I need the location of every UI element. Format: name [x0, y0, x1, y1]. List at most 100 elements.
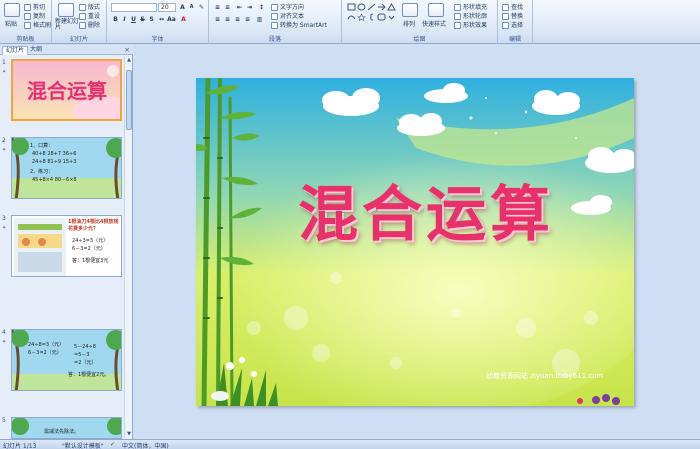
rounded-rect-shape-icon[interactable]: [377, 13, 386, 21]
spellcheck-icon[interactable]: ✓: [110, 441, 115, 448]
slides-panel: 幻灯片 大纲 × 1 ✦ 混合运算 2 ✦ 1、口算： 40+8 28+7 36…: [0, 45, 133, 439]
slide-number: 1: [2, 59, 6, 66]
editing-group: 查找 替换 选择 编辑: [498, 0, 533, 44]
rectangle-shape-icon[interactable]: [347, 3, 356, 11]
clear-format-icon[interactable]: ✎: [197, 3, 206, 12]
decrease-indent-icon[interactable]: ⇤: [235, 3, 244, 12]
layout-icon: [79, 4, 86, 11]
more-shapes-icon[interactable]: [387, 13, 396, 21]
scroll-up-icon[interactable]: ▲: [125, 56, 133, 64]
arrow-shape-icon[interactable]: [377, 3, 386, 11]
delete-slide-button[interactable]: 删除: [79, 20, 100, 29]
quick-styles-icon[interactable]: [428, 3, 444, 17]
thumbnail-line: 1根油刀4根比4根放钱: [68, 219, 119, 225]
theme-name: "默认设计模板": [62, 443, 104, 449]
line-spacing-icon[interactable]: ↕: [257, 3, 266, 12]
smartart-button[interactable]: 转换为 SmartArt: [271, 20, 327, 29]
copy-button[interactable]: 复制: [24, 11, 45, 20]
select-button[interactable]: 选择: [502, 20, 523, 29]
align-center-icon[interactable]: ≡: [223, 15, 232, 24]
change-case-icon[interactable]: Aa: [167, 15, 176, 24]
thumbnail-line: 24÷3=3（元）: [72, 238, 109, 244]
align-left-icon[interactable]: ≡: [213, 15, 222, 24]
drawing-group: 排列 快速样式 形状填充 形状轮廓 形状效果 绘图: [342, 0, 498, 44]
numbering-icon[interactable]: ≡: [223, 3, 232, 12]
paste-icon[interactable]: [4, 3, 20, 17]
animation-star-icon: ✦: [2, 339, 7, 345]
bold-icon[interactable]: B: [111, 15, 120, 24]
shape-fill-button[interactable]: 形状填充: [454, 2, 487, 11]
brace-shape-icon[interactable]: [367, 13, 376, 21]
scroll-down-icon[interactable]: ▼: [125, 430, 133, 438]
columns-icon[interactable]: ▥: [255, 15, 264, 24]
close-icon[interactable]: ×: [124, 46, 130, 54]
slide-thumbnail[interactable]: 24÷8=3（元） 6－3=2（元） 5－24÷8 =5－3 =2（元） 答：1…: [11, 329, 122, 391]
star-shape-icon[interactable]: [357, 13, 366, 21]
tab-slides[interactable]: 幻灯片: [2, 46, 29, 55]
replace-button[interactable]: 替换: [502, 11, 523, 20]
reset-icon: [79, 13, 86, 20]
reset-button[interactable]: 重设: [79, 11, 100, 20]
layout-button[interactable]: 版式: [79, 2, 100, 11]
font-group: 20 A A ✎ B I U S S ↔ Aa A 字体: [107, 0, 209, 44]
find-button[interactable]: 查找: [502, 2, 523, 11]
italic-icon[interactable]: I: [120, 15, 129, 24]
quick-styles-button[interactable]: 快速样式: [422, 19, 446, 28]
slides-label: 幻灯片: [69, 36, 88, 43]
tab-outline[interactable]: 大纲: [27, 46, 45, 55]
slide-thumbnail[interactable]: 混合运算: [11, 59, 122, 121]
brush-icon: [24, 22, 31, 29]
font-name-input[interactable]: [111, 3, 157, 12]
format-painter-button[interactable]: 格式刷: [24, 20, 51, 29]
thumbnail-line: =5－3: [74, 352, 90, 358]
slide-thumbnail[interactable]: 1根油刀4根比4根放钱 花费多少元？ 24÷3=3（元） 6－3=2（元） 答：…: [11, 215, 122, 277]
align-text-button[interactable]: 对齐文本: [271, 11, 304, 20]
language-status[interactable]: 中文(简体，中国): [122, 441, 169, 449]
underline-icon[interactable]: U: [129, 15, 138, 24]
editing-label: 编辑: [508, 36, 521, 43]
shape-effects-button[interactable]: 形状效果: [454, 20, 487, 29]
curve-shape-icon[interactable]: [347, 13, 356, 21]
thumbnail-line: 1、口算：: [30, 143, 54, 149]
thumb-background: [12, 138, 121, 198]
align-right-icon[interactable]: ≡: [233, 15, 242, 24]
thumbnail-line: 40+8 28+7 36÷6: [32, 151, 77, 157]
line-shape-icon[interactable]: [367, 3, 376, 11]
triangle-shape-icon[interactable]: [387, 3, 396, 11]
thumbnail-line: 6－3=2（元）: [72, 246, 106, 252]
strikethrough-icon[interactable]: S: [138, 15, 147, 24]
scrollbar-thumb[interactable]: [126, 70, 132, 130]
grow-font-icon[interactable]: A: [178, 3, 187, 12]
current-slide[interactable]: 混合运算 幼教资源网站 ziyuan.baby611.com: [196, 78, 634, 406]
font-color-icon[interactable]: A: [179, 15, 188, 24]
panel-scrollbar[interactable]: ▲ ▼: [124, 56, 132, 438]
thumbnail-line: 45+8×4 80－6×8: [32, 177, 77, 183]
arrange-icon[interactable]: [402, 3, 418, 17]
text-direction-button[interactable]: 文字方向: [271, 2, 304, 11]
slide-thumbnail[interactable]: 1、口算： 40+8 28+7 36÷6 24÷8 81÷9 15+3 2、练习…: [11, 137, 122, 199]
slide-number: 2: [2, 137, 6, 144]
paste-button[interactable]: 粘贴: [5, 19, 17, 28]
new-slide-icon[interactable]: [58, 3, 74, 17]
char-spacing-icon[interactable]: ↔: [157, 15, 166, 24]
slide-thumbnail[interactable]: 需减法先除法。: [11, 417, 122, 439]
new-slide-button[interactable]: 新建幻灯片: [55, 19, 79, 31]
slide-title[interactable]: 混合运算: [266, 166, 586, 253]
font-size-input[interactable]: 20: [158, 3, 176, 12]
shrink-font-icon[interactable]: A: [187, 3, 196, 12]
animation-star-icon: ✦: [2, 225, 7, 231]
increase-indent-icon[interactable]: ⇥: [245, 3, 254, 12]
justify-icon[interactable]: ≡: [243, 15, 252, 24]
thumbnail-line: 6－3=2（元）: [28, 350, 62, 356]
scissors-icon: [24, 4, 31, 11]
bullets-icon[interactable]: ≡: [213, 3, 222, 12]
thumbnail-line: 答：1根便宜3元: [72, 258, 109, 264]
slide-number: 4: [2, 329, 6, 336]
ellipse-shape-icon[interactable]: [357, 3, 366, 11]
shape-outline-button[interactable]: 形状轮廓: [454, 11, 487, 20]
drawing-label: 绘图: [413, 36, 426, 43]
replace-icon: [502, 13, 509, 20]
cut-button[interactable]: 剪切: [24, 2, 45, 11]
arrange-button[interactable]: 排列: [403, 19, 415, 28]
shadow-icon[interactable]: S: [147, 15, 156, 24]
